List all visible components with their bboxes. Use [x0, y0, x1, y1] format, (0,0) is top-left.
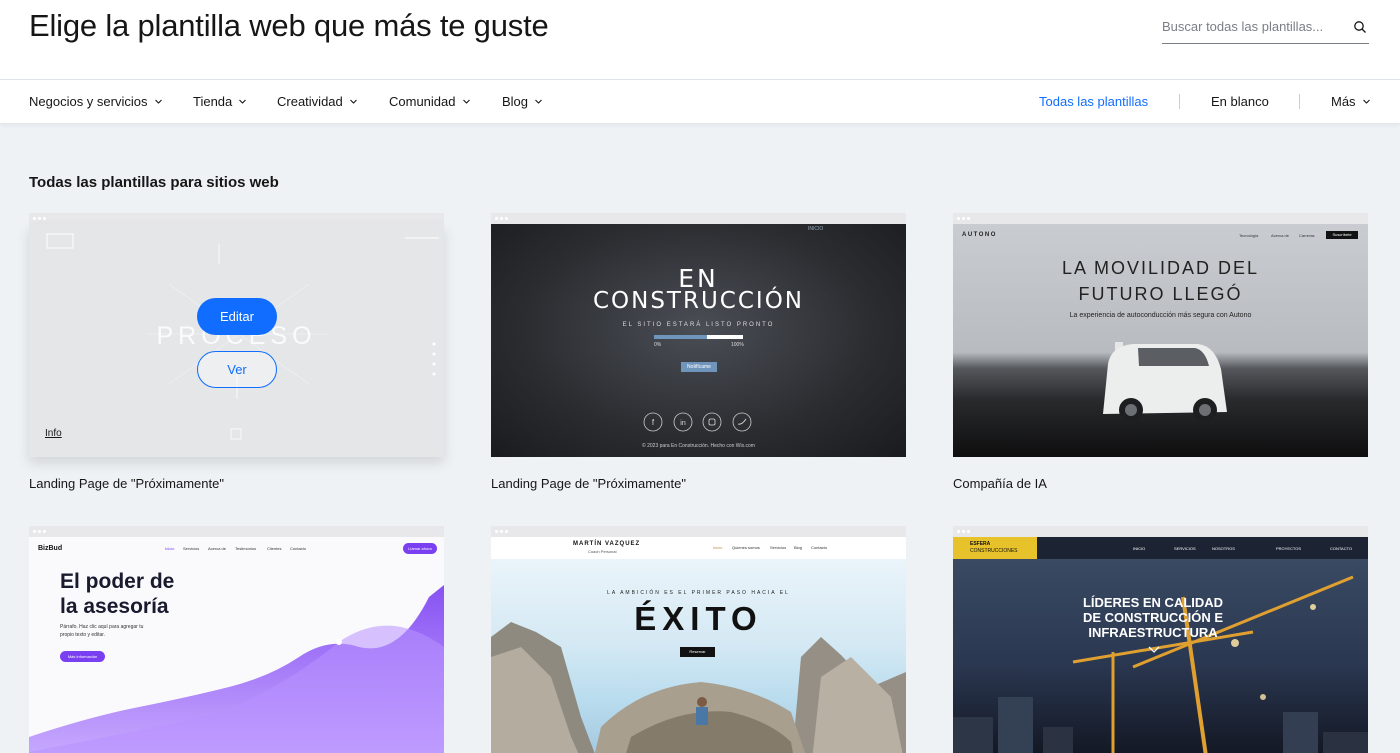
- template-card[interactable]: BizBud Inicio Servicios Acerca de Testim…: [29, 526, 444, 753]
- thumbnail-button: Reservar: [680, 647, 715, 657]
- svg-text:in: in: [680, 420, 686, 427]
- page-title: Elige la plantilla web que más te guste: [29, 8, 549, 43]
- nav-label: Tienda: [193, 94, 233, 109]
- edit-button[interactable]: Editar: [197, 298, 277, 335]
- thumbnail-heading: la asesoría: [60, 595, 169, 618]
- nav-negocios[interactable]: Negocios y servicios: [29, 94, 163, 109]
- nav-more[interactable]: Más: [1331, 94, 1371, 109]
- browser-chrome: [953, 526, 1368, 537]
- nav-label: Más: [1331, 94, 1356, 109]
- browser-chrome: [491, 213, 906, 224]
- section-title: Todas las plantillas para sitios web: [29, 174, 279, 191]
- nav-label: Negocios y servicios: [29, 94, 148, 109]
- template-name[interactable]: Compañía de IA: [953, 476, 1368, 491]
- svg-text:f: f: [652, 418, 655, 427]
- view-button[interactable]: Ver: [197, 351, 277, 388]
- thumbnail-heading: INFRAESTRUCTURA: [1088, 625, 1218, 640]
- template-card[interactable]: MARTÍN VAZQUEZ Coach Personal Inicio Qui…: [491, 526, 906, 753]
- thumbnail-heading: LÍDERES EN CALIDAD: [1082, 595, 1224, 610]
- nav-tienda[interactable]: Tienda: [193, 94, 247, 109]
- template-card[interactable]: INICIO EN CONSTRUCCIÓN EL SITIO ESTARÁ L…: [491, 213, 906, 491]
- nav-label: Blog: [502, 94, 529, 109]
- chevron-down-icon: [349, 99, 357, 104]
- template-thumbnail[interactable]: MARTÍN VAZQUEZ Coach Personal Inicio Qui…: [491, 537, 906, 753]
- chevron-down-icon: [154, 99, 162, 104]
- thumbnail-heading: DE CONSTRUCCIÓN E: [1082, 610, 1224, 625]
- info-link[interactable]: Info: [45, 428, 62, 439]
- chevron-down-icon: [535, 99, 542, 104]
- nav-divider: [1299, 94, 1300, 109]
- template-thumbnail[interactable]: ESFERA CONSTRUCCIONES INICIO SERVICIOS N…: [953, 537, 1368, 753]
- chevron-down-icon: [462, 99, 470, 104]
- thumbnail-kicker: LA AMBICIÓN ES EL PRIMER PASO HACIA EL: [607, 590, 790, 596]
- template-thumbnail[interactable]: PROCESO Editar Ver Info: [29, 224, 444, 457]
- nav-comunidad[interactable]: Comunidad: [389, 94, 471, 109]
- nav-label: Comunidad: [389, 94, 456, 109]
- car-illustration: [1103, 342, 1227, 422]
- mountain-illustration: [491, 622, 906, 753]
- template-thumbnail[interactable]: AUTONO Tecnología Acerca de Carreras Sus…: [953, 224, 1368, 457]
- template-card[interactable]: ESFERA CONSTRUCCIONES INICIO SERVICIOS N…: [953, 526, 1368, 753]
- browser-chrome: [953, 213, 1368, 224]
- search-input[interactable]: [1162, 10, 1337, 42]
- chevron-down-icon: [239, 99, 247, 104]
- social-icons: f in: [643, 412, 752, 432]
- template-card[interactable]: AUTONO Tecnología Acerca de Carreras Sus…: [953, 213, 1368, 491]
- nav-all-templates[interactable]: Todas las plantillas: [1039, 94, 1148, 109]
- nav-blog[interactable]: Blog: [502, 94, 543, 109]
- search-icon[interactable]: [1353, 20, 1367, 34]
- search-box[interactable]: [1162, 10, 1369, 44]
- chevron-down-icon: [1362, 99, 1370, 104]
- thumbnail-paragraph: Párrafo. Haz clic aquí para agregar tu: [60, 624, 144, 630]
- nav-divider: [1179, 94, 1180, 109]
- thumbnail-paragraph: propio texto y editar.: [60, 632, 106, 638]
- thumbnail-heading: El poder de: [60, 570, 175, 593]
- browser-chrome: [29, 213, 444, 224]
- browser-chrome: [491, 526, 906, 537]
- thumbnail-footer: © 2023 para En Construcción. Hecho con W…: [642, 443, 755, 449]
- thumbnail-button: Más información: [60, 651, 105, 662]
- construction-illustration: [953, 575, 1368, 753]
- template-card[interactable]: PROCESO Editar Ver Info Landing Page de …: [29, 213, 444, 491]
- nav-label: Creatividad: [277, 94, 343, 109]
- template-name[interactable]: Landing Page de "Próximamente": [29, 476, 444, 491]
- template-thumbnail[interactable]: INICIO EN CONSTRUCCIÓN EL SITIO ESTARÁ L…: [491, 224, 906, 457]
- nav-blank[interactable]: En blanco: [1211, 94, 1269, 109]
- template-name[interactable]: Landing Page de "Próximamente": [491, 476, 906, 491]
- template-thumbnail[interactable]: BizBud Inicio Servicios Acerca de Testim…: [29, 537, 444, 753]
- category-nav: Negocios y servicios Tienda Creatividad …: [0, 80, 1400, 123]
- browser-chrome: [29, 526, 444, 537]
- thumbnail-heading: ÉXITO: [634, 600, 763, 637]
- page-header: Elige la plantilla web que más te guste: [0, 0, 1400, 80]
- nav-creatividad[interactable]: Creatividad: [277, 94, 358, 109]
